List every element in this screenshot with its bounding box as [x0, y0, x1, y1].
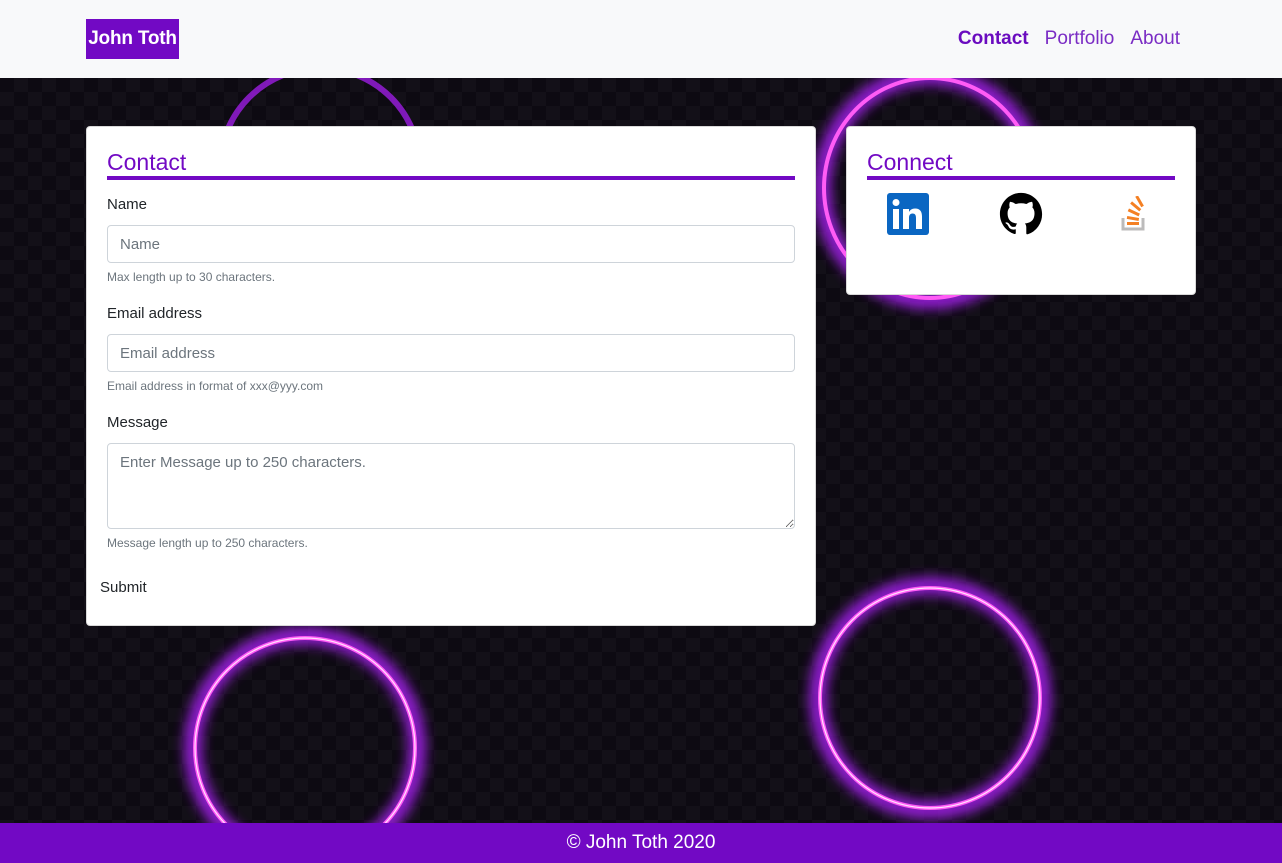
connect-card: Connect [846, 126, 1196, 295]
nav-link-contact[interactable]: Contact [958, 28, 1029, 50]
stackoverflow-icon[interactable] [1112, 192, 1156, 236]
nav-link-portfolio[interactable]: Portfolio [1045, 28, 1115, 50]
github-icon[interactable] [999, 192, 1043, 236]
contact-card: Contact Name Max length up to 30 charact… [86, 126, 816, 626]
email-input[interactable] [107, 334, 795, 372]
linkedin-icon[interactable] [886, 192, 930, 236]
footer: © John Toth 2020 [0, 823, 1282, 863]
title-divider [867, 176, 1175, 180]
connect-title: Connect [867, 149, 953, 175]
brand-logo[interactable]: John Toth [86, 19, 179, 59]
copyright-text: © John Toth 2020 [566, 832, 716, 853]
title-divider [107, 176, 795, 180]
email-help-text: Email address in format of xxx@yyy.com [107, 379, 324, 393]
submit-button[interactable]: Submit [87, 571, 163, 603]
name-help-text: Max length up to 30 characters. [107, 270, 276, 284]
glow-ring-decoration [184, 627, 426, 823]
email-label: Email address [107, 305, 203, 322]
nav-link-about[interactable]: About [1130, 28, 1180, 50]
message-label: Message [107, 414, 168, 431]
name-input[interactable] [107, 225, 795, 263]
navbar: John Toth Contact Portfolio About [0, 0, 1282, 78]
nav-links: Contact Portfolio About [958, 28, 1180, 50]
message-textarea[interactable] [107, 443, 795, 529]
name-label: Name [107, 196, 148, 213]
message-help-text: Message length up to 250 characters. [107, 536, 308, 550]
contact-title: Contact [107, 149, 187, 175]
